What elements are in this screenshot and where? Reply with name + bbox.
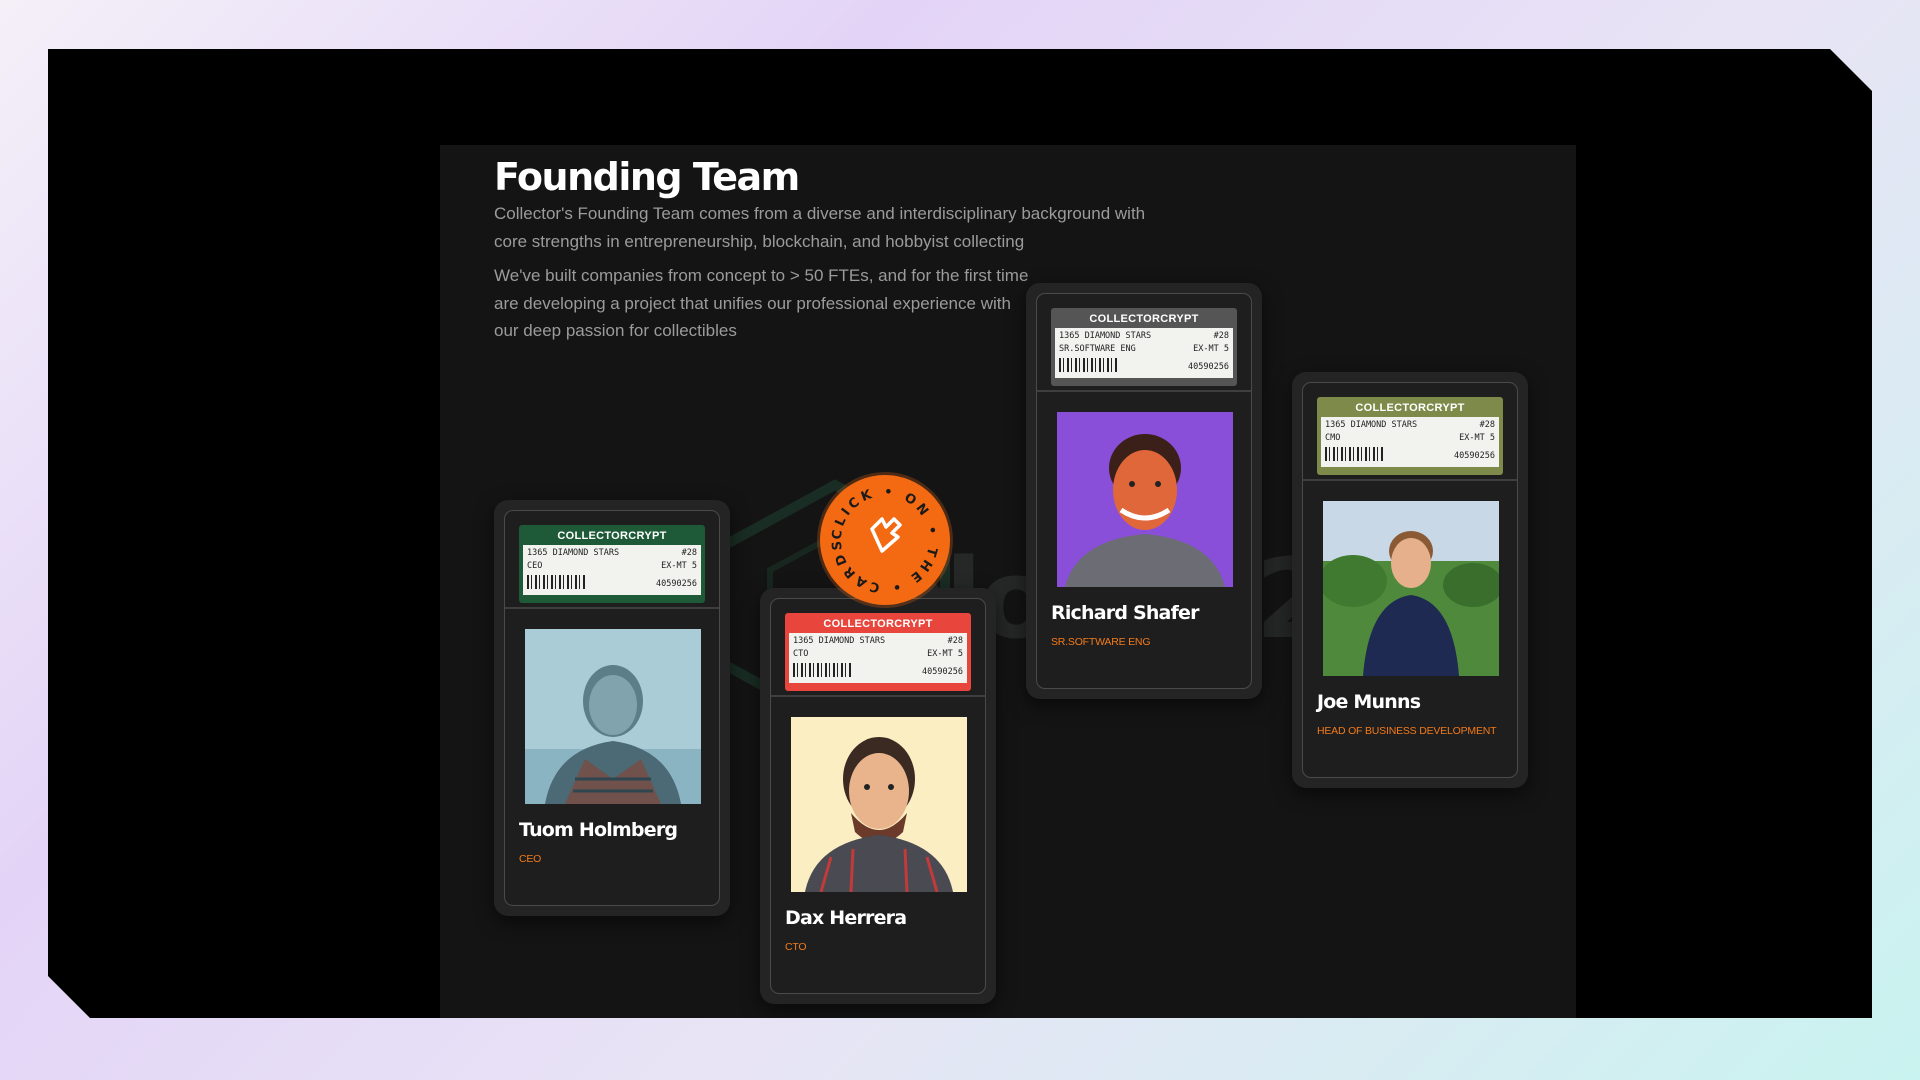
label-body: 1365 DIAMOND STARS #28 SR.SOFTWARE ENG E… — [1055, 328, 1233, 378]
team-card-richard-shafer[interactable]: COLLECTORCRYPT 1365 DIAMOND STARS #28 SR… — [1026, 283, 1262, 699]
label-body: 1365 DIAMOND STARS #28 CEO EX-MT 5 40590… — [523, 545, 701, 595]
label-brand: COLLECTORCRYPT — [1089, 313, 1199, 325]
card-frame: COLLECTORCRYPT 1365 DIAMOND STARS #28 CM… — [1302, 382, 1518, 778]
team-card-tuom-holmberg[interactable]: COLLECTORCRYPT 1365 DIAMOND STARS #28 CE… — [494, 500, 730, 916]
click-cards-badge[interactable]: CLICK • ON • THE • CARDS • — [820, 475, 950, 605]
label-set: 1365 DIAMOND STARS — [1325, 420, 1418, 430]
label-set: 1365 DIAMOND STARS — [527, 548, 620, 558]
label-number: #28 — [681, 548, 697, 558]
team-card-dax-herrera[interactable]: COLLECTORCRYPT 1365 DIAMOND STARS #28 CT… — [760, 588, 996, 1004]
label-grade: EX-MT 5 — [661, 561, 697, 571]
card-divider — [1037, 390, 1251, 392]
label-set: 1365 DIAMOND STARS — [793, 636, 886, 646]
barcode-icon — [527, 575, 587, 589]
team-card-joe-munns[interactable]: COLLECTORCRYPT 1365 DIAMOND STARS #28 CM… — [1292, 372, 1528, 788]
label-body: 1365 DIAMOND STARS #28 CMO EX-MT 5 40590… — [1321, 417, 1499, 467]
grading-label: COLLECTORCRYPT 1365 DIAMOND STARS #28 CE… — [519, 525, 705, 603]
barcode-icon — [1325, 447, 1385, 461]
card-divider — [1303, 479, 1517, 481]
label-position: SR.SOFTWARE ENG — [1059, 344, 1136, 354]
card-frame: COLLECTORCRYPT 1365 DIAMOND STARS #28 CE… — [504, 510, 720, 906]
label-number: #28 — [947, 636, 963, 646]
label-cert: 40590256 — [1188, 362, 1229, 372]
label-brand: COLLECTORCRYPT — [557, 530, 667, 542]
section-description: Collector's Founding Team comes from a d… — [494, 204, 1146, 251]
member-role: CEO — [519, 853, 542, 865]
label-grade: EX-MT 5 — [1459, 433, 1495, 443]
member-name: Tuom Holmberg — [519, 819, 678, 841]
section-title: Founding Team — [494, 155, 800, 199]
grading-label: COLLECTORCRYPT 1365 DIAMOND STARS #28 CM… — [1317, 397, 1503, 475]
barcode-icon — [793, 663, 853, 677]
member-role: SR.SOFTWARE ENG — [1051, 636, 1151, 648]
card-divider — [505, 607, 719, 609]
label-cert: 40590256 — [1454, 451, 1495, 461]
card-divider — [771, 695, 985, 697]
label-brand: COLLECTORCRYPT — [1355, 402, 1465, 414]
label-brand: COLLECTORCRYPT — [823, 618, 933, 630]
card-frame: COLLECTORCRYPT 1365 DIAMOND STARS #28 CT… — [770, 598, 986, 994]
pointer-hand-icon — [870, 517, 902, 553]
member-photo — [1323, 501, 1499, 676]
member-role: CTO — [785, 941, 807, 953]
section-description-secondary: We've built companies from concept to > … — [494, 266, 1029, 340]
grading-label: COLLECTORCRYPT 1365 DIAMOND STARS #28 SR… — [1051, 308, 1237, 386]
label-number: #28 — [1213, 331, 1229, 341]
member-name: Richard Shafer — [1051, 602, 1200, 624]
label-set: 1365 DIAMOND STARS — [1059, 331, 1152, 341]
label-position: CEO — [527, 561, 543, 571]
member-photo — [525, 629, 701, 804]
label-cert: 40590256 — [656, 579, 697, 589]
label-grade: EX-MT 5 — [927, 649, 963, 659]
founding-team-section: Founding Team Collector's Founding Team … — [440, 145, 1576, 1018]
label-grade: EX-MT 5 — [1193, 344, 1229, 354]
member-name: Joe Munns — [1317, 691, 1421, 713]
grading-label: COLLECTORCRYPT 1365 DIAMOND STARS #28 CT… — [785, 613, 971, 691]
label-position: CTO — [793, 649, 809, 659]
screen-frame: Founding Team Collector's Founding Team … — [48, 49, 1872, 1018]
barcode-icon — [1059, 358, 1119, 372]
label-body: 1365 DIAMOND STARS #28 CTO EX-MT 5 40590… — [789, 633, 967, 683]
label-position: CMO — [1325, 433, 1341, 443]
member-name: Dax Herrera — [785, 907, 907, 929]
member-role: HEAD OF BUSINESS DEVELOPMENT — [1317, 725, 1497, 737]
member-photo — [1057, 412, 1233, 587]
label-number: #28 — [1479, 420, 1495, 430]
card-frame: COLLECTORCRYPT 1365 DIAMOND STARS #28 SR… — [1036, 293, 1252, 689]
member-photo — [791, 717, 967, 892]
label-cert: 40590256 — [922, 667, 963, 677]
